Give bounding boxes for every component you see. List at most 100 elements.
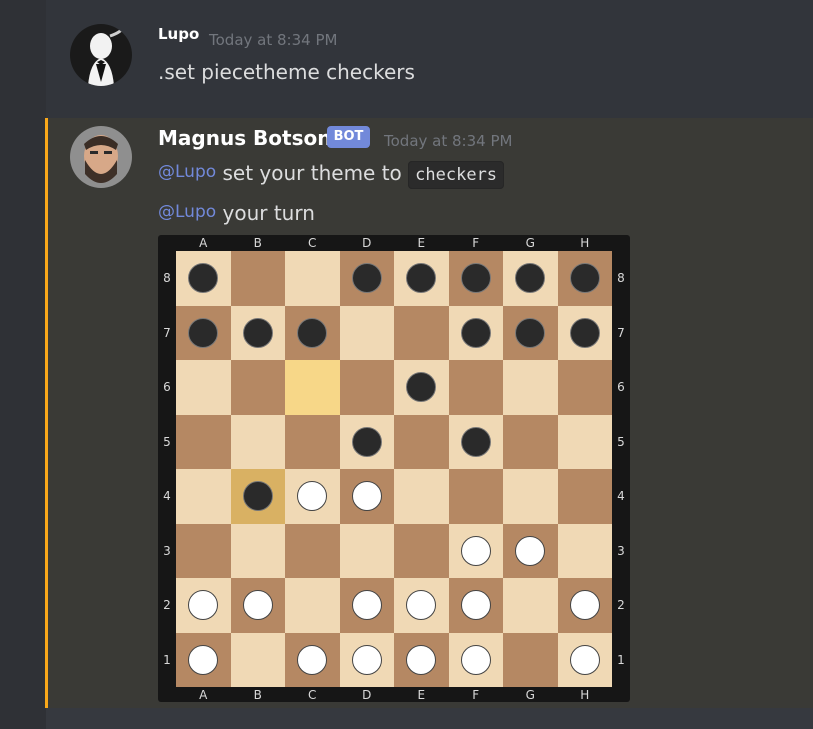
message-lupo <box>46 0 813 118</box>
white-piece <box>460 644 491 675</box>
board-square-a7 <box>176 305 231 360</box>
file-label-bottom: A <box>199 688 208 702</box>
board-square-h7 <box>557 305 612 360</box>
board-square-c4 <box>285 469 340 524</box>
board-square-g4 <box>503 469 558 524</box>
board-square-g3 <box>503 523 558 578</box>
file-label-bottom: E <box>417 688 426 702</box>
user-mention[interactable]: @Lupo <box>158 162 216 182</box>
board-square-e2 <box>394 578 449 633</box>
board-square-g7 <box>503 305 558 360</box>
board-square-b2 <box>230 578 285 633</box>
board-square-d1 <box>339 632 394 687</box>
white-piece <box>188 590 219 621</box>
black-piece <box>569 263 600 294</box>
white-piece <box>569 644 600 675</box>
white-piece <box>351 590 382 621</box>
message-content-line-1: @Lupo set your theme to checkers <box>158 161 505 189</box>
black-piece <box>188 263 219 294</box>
board-square-b7 <box>230 305 285 360</box>
board-square-g1 <box>503 632 558 687</box>
board-square-a1 <box>176 632 231 687</box>
white-piece <box>515 535 546 566</box>
board-square-h8 <box>557 251 612 306</box>
board-square-f8 <box>448 251 503 306</box>
board-square-d6 <box>339 360 394 415</box>
file-label-top: B <box>253 236 262 250</box>
rank-label-left: 7 <box>163 325 171 340</box>
white-piece <box>406 644 437 675</box>
bearded-man-avatar[interactable] <box>70 126 132 188</box>
white-piece <box>460 590 491 621</box>
white-piece <box>460 535 491 566</box>
board-square-a8 <box>176 251 231 306</box>
black-piece <box>297 317 328 348</box>
message-timestamp: Today at 8:34 PM <box>384 132 513 150</box>
board-square-e7 <box>394 305 449 360</box>
left-gutter <box>0 0 46 729</box>
message-content: .set piecetheme checkers <box>158 60 415 84</box>
board-grid <box>176 251 612 687</box>
white-piece <box>188 644 219 675</box>
rank-label-left: 6 <box>163 380 171 395</box>
board-square-b5 <box>230 414 285 469</box>
rank-label-right: 3 <box>617 543 625 558</box>
board-square-a2 <box>176 578 231 633</box>
rank-label-left: 5 <box>163 434 171 449</box>
board-square-g2 <box>503 578 558 633</box>
rank-label-left: 8 <box>163 271 171 286</box>
board-square-d7 <box>339 305 394 360</box>
tuxedo-penguin-avatar[interactable] <box>70 24 132 86</box>
black-piece <box>569 317 600 348</box>
file-label-bottom: D <box>362 688 372 702</box>
board-square-f4 <box>448 469 503 524</box>
file-label-top: G <box>525 236 535 250</box>
board-square-e8 <box>394 251 449 306</box>
board-square-b1 <box>230 632 285 687</box>
file-label-bottom: G <box>525 688 535 702</box>
message-text: your turn <box>216 201 315 225</box>
mention-highlight-bar <box>45 118 48 708</box>
file-label-bottom: H <box>580 688 590 702</box>
board-square-h5 <box>557 414 612 469</box>
board-square-c5 <box>285 414 340 469</box>
board-square-d3 <box>339 523 394 578</box>
board-square-c6 <box>285 360 340 415</box>
board-square-b6 <box>230 360 285 415</box>
rank-label-left: 4 <box>163 489 171 504</box>
board-square-e1 <box>394 632 449 687</box>
black-piece <box>460 426 491 457</box>
board-square-e4 <box>394 469 449 524</box>
black-piece <box>406 372 437 403</box>
white-piece <box>406 590 437 621</box>
white-piece <box>297 481 328 512</box>
black-piece <box>351 263 382 294</box>
file-label-top: A <box>199 236 208 250</box>
board-square-h2 <box>557 578 612 633</box>
rank-label-right: 6 <box>617 380 625 395</box>
board-square-f2 <box>448 578 503 633</box>
board-square-e5 <box>394 414 449 469</box>
board-square-c2 <box>285 578 340 633</box>
board-square-d5 <box>339 414 394 469</box>
user-mention[interactable]: @Lupo <box>158 202 216 222</box>
board-square-h4 <box>557 469 612 524</box>
board-square-d4 <box>339 469 394 524</box>
white-piece <box>569 590 600 621</box>
board-square-b4 <box>230 469 285 524</box>
bot-tag: BOT <box>327 126 370 148</box>
black-piece <box>351 426 382 457</box>
white-piece <box>351 481 382 512</box>
board-square-h3 <box>557 523 612 578</box>
rank-label-right: 8 <box>617 271 625 286</box>
white-piece <box>297 644 328 675</box>
file-label-top: F <box>472 236 480 250</box>
black-piece <box>515 317 546 348</box>
author-name[interactable]: Magnus Botson <box>158 126 332 150</box>
board-square-d8 <box>339 251 394 306</box>
checkers-board-image[interactable]: A A B B C C D D E E F F G G H H 8 8 7 7 6 6 5 5 4 4 3 3 2 2 1 1 <box>158 235 630 702</box>
author-name[interactable]: Lupo <box>158 25 199 43</box>
message-text: set your theme to <box>216 161 409 185</box>
black-piece <box>460 263 491 294</box>
file-label-top: D <box>362 236 372 250</box>
